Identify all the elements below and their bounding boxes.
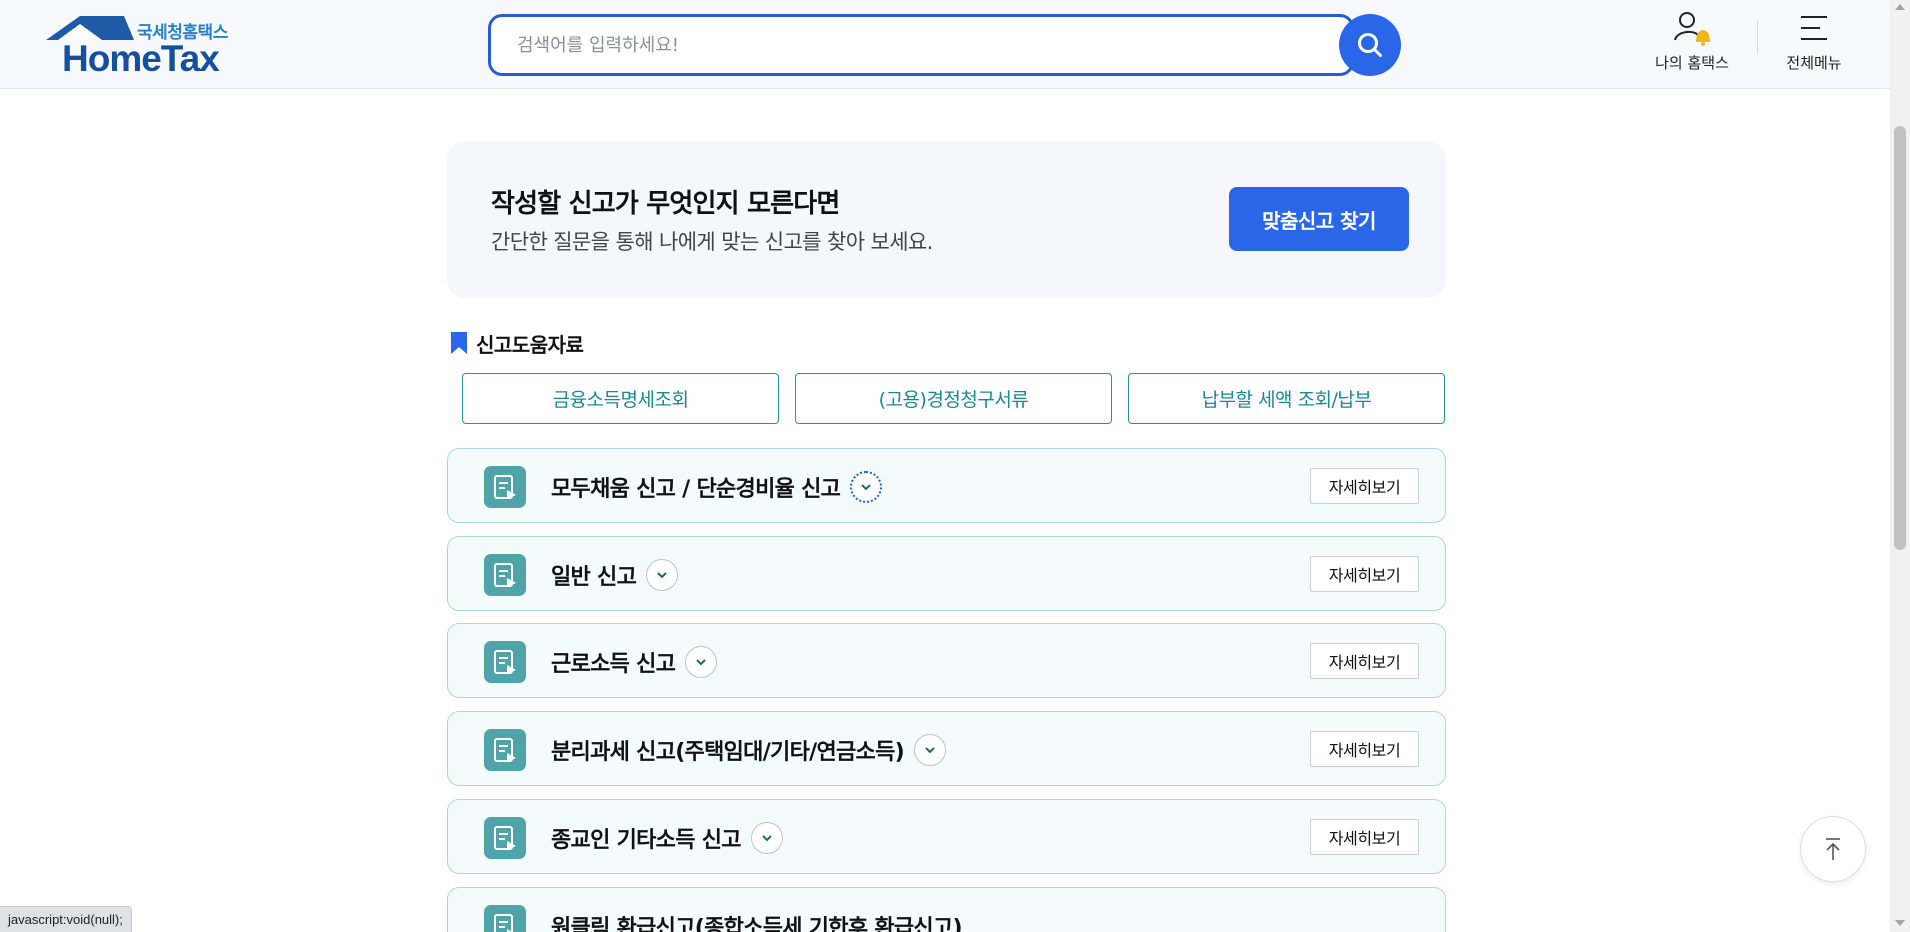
bookmark-icon <box>451 332 467 354</box>
my-hometax-label: 나의 홈택스 <box>1655 54 1729 72</box>
user-bell-icon <box>1674 12 1710 46</box>
expand-button[interactable] <box>913 734 946 766</box>
arrow-up-icon <box>1826 838 1840 860</box>
document-edit-icon <box>484 729 526 771</box>
chevron-down-icon <box>861 484 871 491</box>
expand-button[interactable] <box>685 646 718 678</box>
filing-item-title: 모두채움 신고 / 단순경비율 신고 <box>551 471 883 503</box>
filing-item-title: 종교인 기타소득 신고 <box>551 822 783 854</box>
custom-filing-banner: 작성할 신고가 무엇인지 모른다면 간단한 질문을 통해 나에게 맞는 신고를 … <box>447 141 1446 298</box>
scroll-to-top-button[interactable] <box>1800 816 1866 882</box>
details-button[interactable]: 자세히보기 <box>1310 468 1419 504</box>
search-bar <box>488 14 1403 76</box>
document-edit-icon <box>484 905 526 932</box>
hometax-logo[interactable]: 국세청홈택스 HomeTax <box>44 14 244 79</box>
expand-button[interactable] <box>646 559 679 591</box>
filing-item[interactable]: 종교인 기타소득 신고 자세히보기 <box>447 799 1446 874</box>
chevron-down-icon <box>696 659 706 666</box>
details-button[interactable]: 자세히보기 <box>1310 556 1419 592</box>
all-menu-label: 전체메뉴 <box>1786 54 1842 72</box>
filing-item[interactable]: 일반 신고 자세히보기 <box>447 536 1446 611</box>
expand-button[interactable] <box>750 822 783 854</box>
details-button[interactable]: 자세히보기 <box>1310 819 1419 855</box>
financial-income-lookup-button[interactable]: 금융소득명세조회 <box>462 373 779 424</box>
banner-description: 간단한 질문을 통해 나에게 맞는 신고를 찾아 보세요. <box>491 230 933 254</box>
filing-item[interactable]: 분리과세 신고(주택임대/기타/연금소득) 자세히보기 <box>447 711 1446 786</box>
filing-item[interactable]: 근로소득 신고 자세히보기 <box>447 623 1446 698</box>
search-input[interactable] <box>488 14 1354 76</box>
help-section-title: 신고도움자료 <box>450 329 584 357</box>
filing-item[interactable]: 모두채움 신고 / 단순경비율 신고 자세히보기 <box>447 448 1446 523</box>
logo-title: HomeTax <box>62 38 220 79</box>
scroll-up-arrow[interactable] <box>1895 4 1905 10</box>
filing-item-title: 원클릭 환급신고(종합소득세 기한후 환급신고) <box>551 916 963 932</box>
details-button[interactable]: 자세히보기 <box>1310 731 1419 767</box>
filing-item-title: 분리과세 신고(주택임대/기타/연금소득) <box>551 734 946 766</box>
chevron-down-icon <box>762 835 772 842</box>
site-header: 국세청홈택스 HomeTax 나의 홈택스 전체메뉴 <box>0 0 1890 89</box>
scroll-down-arrow[interactable] <box>1895 920 1905 926</box>
my-hometax-button[interactable]: 나의 홈택스 <box>1650 10 1734 80</box>
find-custom-filing-button[interactable]: 맞춤신고 찾기 <box>1229 187 1409 251</box>
details-button[interactable]: 자세히보기 <box>1310 643 1419 679</box>
browser-status-bar: javascript:void(null); <box>0 906 132 932</box>
tax-payment-lookup-button[interactable]: 납부할 세액 조회/납부 <box>1128 373 1445 424</box>
filing-item-title: 일반 신고 <box>551 559 679 591</box>
document-edit-icon <box>484 817 526 859</box>
search-icon <box>1358 33 1382 57</box>
document-edit-icon <box>484 554 526 596</box>
expand-button[interactable] <box>850 471 883 503</box>
chevron-down-icon <box>657 572 667 579</box>
all-menu-button[interactable]: 전체메뉴 <box>1778 10 1850 80</box>
hamburger-icon <box>1801 16 1827 40</box>
help-section-label: 신고도움자료 <box>476 332 584 357</box>
document-edit-icon <box>484 641 526 683</box>
banner-title: 작성할 신고가 무엇인지 모른다면 <box>491 189 840 219</box>
filing-item[interactable]: 원클릭 환급신고(종합소득세 기한후 환급신고) <box>447 887 1446 932</box>
correction-claim-docs-button[interactable]: (고용)경정청구서류 <box>795 373 1112 424</box>
header-divider <box>1757 20 1758 54</box>
filing-item-title: 근로소득 신고 <box>551 646 718 678</box>
chevron-down-icon <box>925 747 935 754</box>
scrollbar-thumb[interactable] <box>1894 126 1906 550</box>
document-edit-icon <box>484 466 526 508</box>
search-button[interactable] <box>1339 14 1401 76</box>
